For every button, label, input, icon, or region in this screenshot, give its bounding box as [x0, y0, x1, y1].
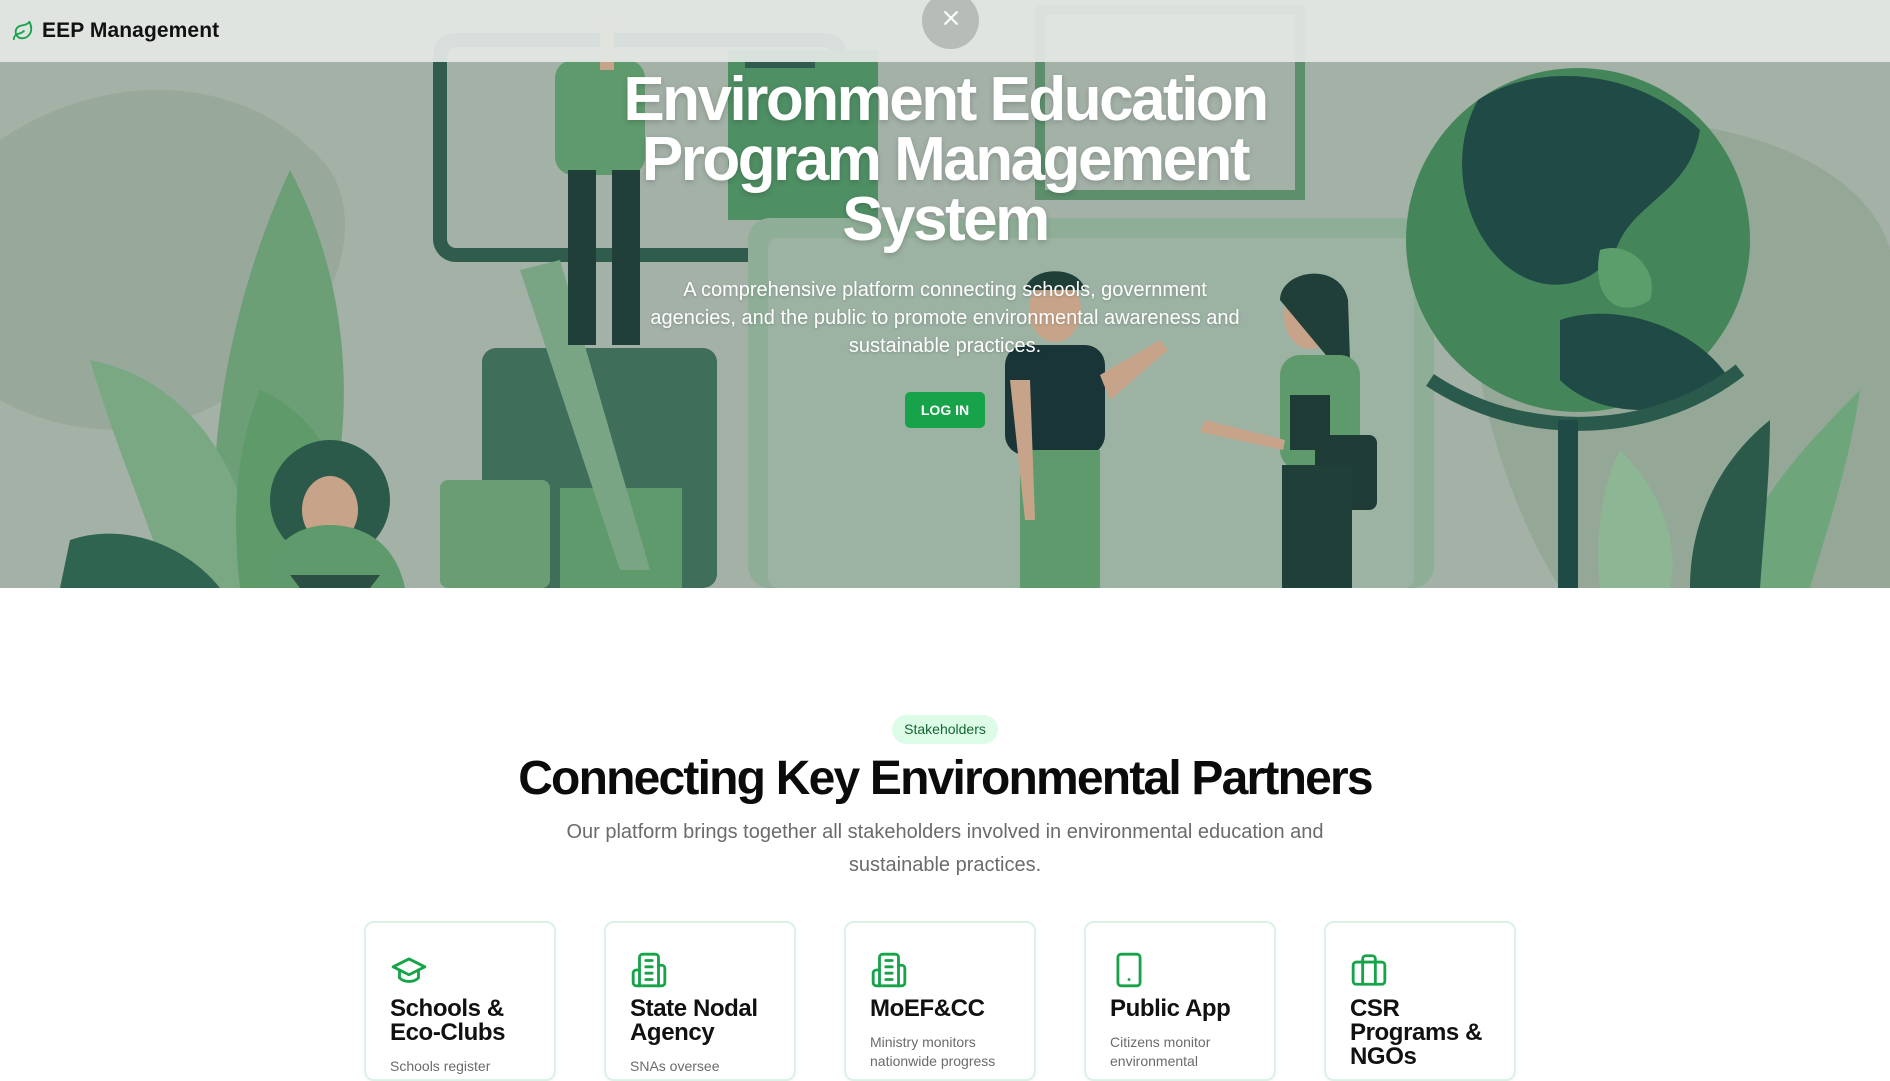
building-icon: [630, 951, 668, 989]
building-icon: [870, 951, 908, 989]
close-icon: [941, 8, 961, 33]
card-title: MoEF&CC: [870, 995, 985, 1022]
leaf-icon: [12, 20, 34, 42]
card-description: Schools register: [390, 1058, 491, 1074]
card-title: CSR Programs & NGOs: [1350, 995, 1483, 1070]
stakeholder-cards: Schools & Eco-Clubs Schools register Sta…: [364, 921, 1516, 1081]
hero-subtitle: A comprehensive platform connecting scho…: [650, 279, 1240, 357]
brand[interactable]: EEP Management: [12, 19, 219, 43]
brand-name: EEP Management: [42, 19, 220, 42]
login-button[interactable]: LOG IN: [904, 392, 986, 428]
card-title: Public App: [1110, 995, 1231, 1022]
stakeholder-card-csr-ngos[interactable]: CSR Programs & NGOs: [1324, 921, 1516, 1081]
stakeholders-section: Stakeholders Connecting Key Environmenta…: [0, 588, 1890, 1081]
hero-section: Environment Education Program Management…: [0, 0, 1890, 588]
card-title: State Nodal Agency: [630, 995, 758, 1046]
smartphone-icon: [1110, 951, 1148, 989]
card-description: Ministry monitors nationwide progress: [870, 1034, 996, 1069]
stakeholder-card-schools[interactable]: Schools & Eco-Clubs Schools register: [364, 921, 556, 1081]
hero-content: Environment Education Program Management…: [0, 65, 1890, 428]
briefcase-icon: [1350, 951, 1388, 989]
stakeholder-card-state-nodal-agency[interactable]: State Nodal Agency SNAs oversee: [604, 921, 796, 1081]
card-description: Citizens monitor environmental: [1110, 1034, 1211, 1069]
graduation-cap-icon: [390, 951, 428, 989]
stakeholder-card-public-app[interactable]: Public App Citizens monitor environmenta…: [1084, 921, 1276, 1081]
section-subtitle: Our platform brings together all stakeho…: [566, 821, 1324, 876]
stakeholder-card-moefcc[interactable]: MoEF&CC Ministry monitors nationwide pro…: [844, 921, 1036, 1081]
card-title: Schools & Eco-Clubs: [390, 995, 506, 1046]
section-badge: Stakeholders: [892, 715, 998, 744]
section-title: Connecting Key Environmental Partners: [518, 752, 1373, 805]
hero-title: Environment Education Program Management…: [623, 65, 1269, 254]
card-description: SNAs oversee: [630, 1058, 720, 1074]
